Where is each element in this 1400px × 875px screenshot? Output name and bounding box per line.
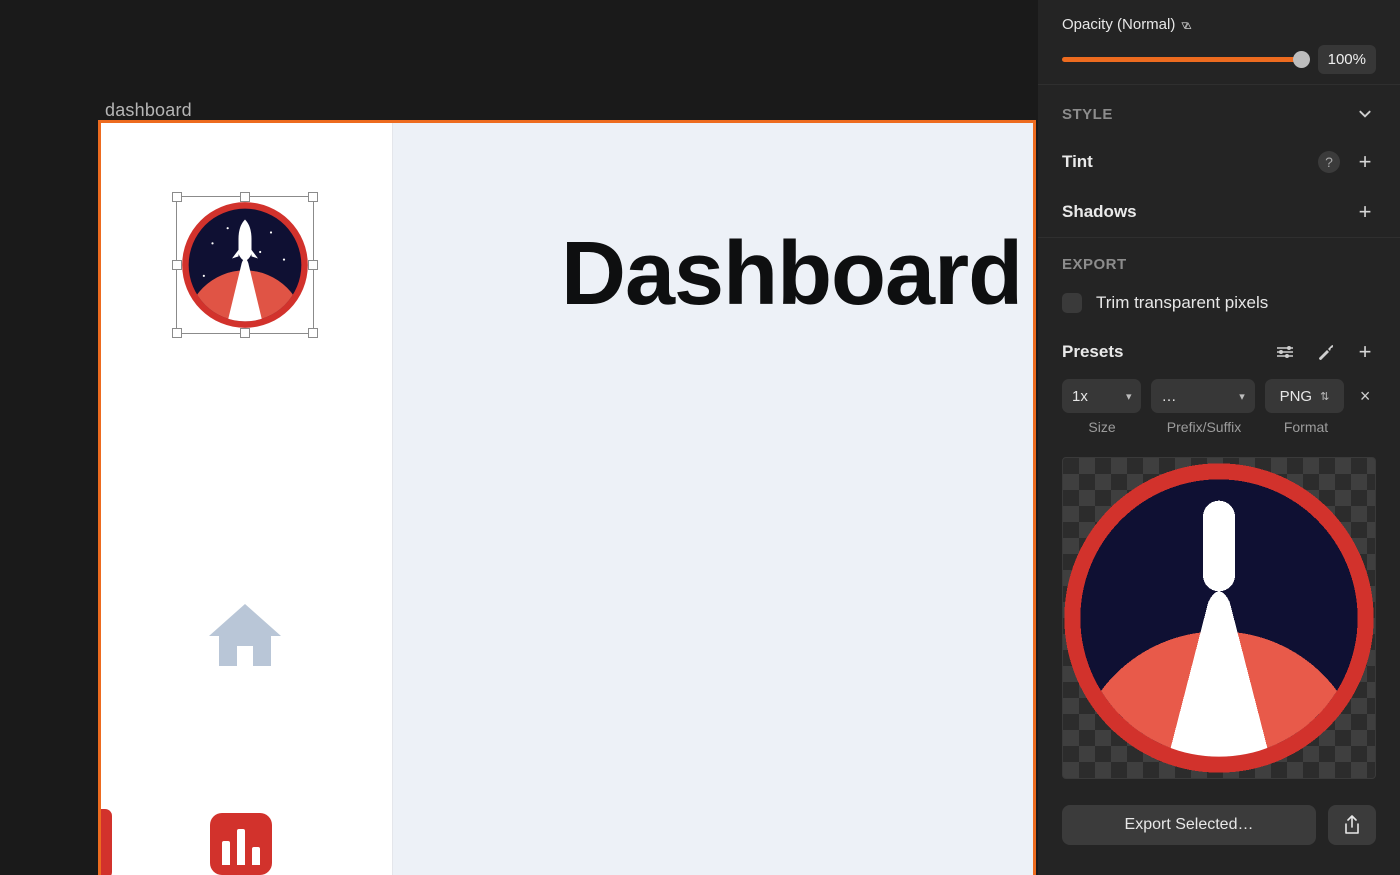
- export-prefix-value: …: [1161, 388, 1176, 405]
- rocket-logo-layer[interactable]: [180, 200, 310, 330]
- export-format-value: PNG: [1280, 388, 1313, 405]
- prefix-sublabel: Prefix/Suffix: [1152, 419, 1256, 435]
- format-sublabel: Format: [1266, 419, 1346, 435]
- export-preview: [1062, 457, 1376, 779]
- eyedropper-icon[interactable]: [1314, 341, 1336, 363]
- export-bar: Export Selected…: [1038, 793, 1400, 861]
- chevron-down-icon: ▾: [1239, 390, 1245, 403]
- style-header-label: STYLE: [1062, 106, 1113, 123]
- opacity-mode-stepper-icon[interactable]: ▿▵: [1181, 17, 1188, 32]
- chart-icon: [210, 813, 272, 875]
- trim-transparent-checkbox[interactable]: [1062, 293, 1082, 313]
- tint-label: Tint: [1062, 152, 1093, 172]
- export-format-select[interactable]: PNG ⇅: [1265, 379, 1344, 413]
- shadows-label: Shadows: [1062, 202, 1137, 222]
- export-preset-row: 1x ▾ … ▾ PNG ⇅ ×: [1038, 375, 1400, 417]
- inspector-panel: Opacity (Normal)▿▵ 100% STYLE Tint ? +: [1038, 0, 1400, 875]
- design-sidebar: [101, 123, 393, 875]
- canvas-area[interactable]: dashboard: [0, 0, 1038, 875]
- size-sublabel: Size: [1062, 419, 1142, 435]
- add-tint-button[interactable]: +: [1354, 151, 1376, 173]
- presets-label: Presets: [1062, 342, 1123, 362]
- opacity-section: Opacity (Normal)▿▵ 100%: [1038, 0, 1400, 84]
- export-selected-button[interactable]: Export Selected…: [1062, 805, 1316, 845]
- add-preset-button[interactable]: +: [1354, 341, 1376, 363]
- opacity-slider[interactable]: [1062, 57, 1304, 62]
- style-section-header[interactable]: STYLE: [1038, 84, 1400, 137]
- export-prefix-select[interactable]: … ▾: [1151, 379, 1254, 413]
- opacity-slider-thumb[interactable]: [1293, 51, 1310, 68]
- active-nav-indicator: [98, 809, 112, 875]
- share-button[interactable]: [1328, 805, 1376, 845]
- trim-transparent-row: Trim transparent pixels: [1038, 283, 1400, 333]
- shadows-row: Shadows +: [1038, 187, 1400, 237]
- add-shadow-button[interactable]: +: [1354, 201, 1376, 223]
- home-icon: [205, 600, 285, 670]
- chevron-down-icon[interactable]: [1354, 103, 1376, 125]
- chevron-up-down-icon: ⇅: [1320, 390, 1329, 403]
- trim-transparent-label: Trim transparent pixels: [1096, 293, 1268, 313]
- export-preset-labels: Size Prefix/Suffix Format: [1038, 417, 1400, 449]
- app-root: dashboard: [0, 0, 1400, 875]
- rocket-logo-icon: [180, 200, 310, 330]
- preset-settings-icon[interactable]: [1274, 341, 1296, 363]
- share-icon: [1343, 815, 1361, 835]
- presets-row: Presets +: [1038, 333, 1400, 375]
- export-size-value: 1x: [1072, 388, 1088, 405]
- tint-row: Tint ? +: [1038, 137, 1400, 187]
- opacity-label[interactable]: Opacity (Normal)▿▵: [1062, 16, 1188, 33]
- export-section-header: EXPORT: [1038, 237, 1400, 283]
- artboard-label[interactable]: dashboard: [105, 100, 192, 121]
- export-size-select[interactable]: 1x ▾: [1062, 379, 1141, 413]
- chevron-down-icon: ▾: [1126, 390, 1132, 403]
- opacity-value[interactable]: 100%: [1318, 45, 1376, 74]
- help-icon[interactable]: ?: [1318, 151, 1340, 173]
- page-title: Dashboard: [561, 223, 1022, 326]
- artboard[interactable]: Dashboard: [98, 120, 1036, 875]
- remove-preset-button[interactable]: ×: [1354, 386, 1376, 407]
- export-header-label: EXPORT: [1062, 256, 1127, 273]
